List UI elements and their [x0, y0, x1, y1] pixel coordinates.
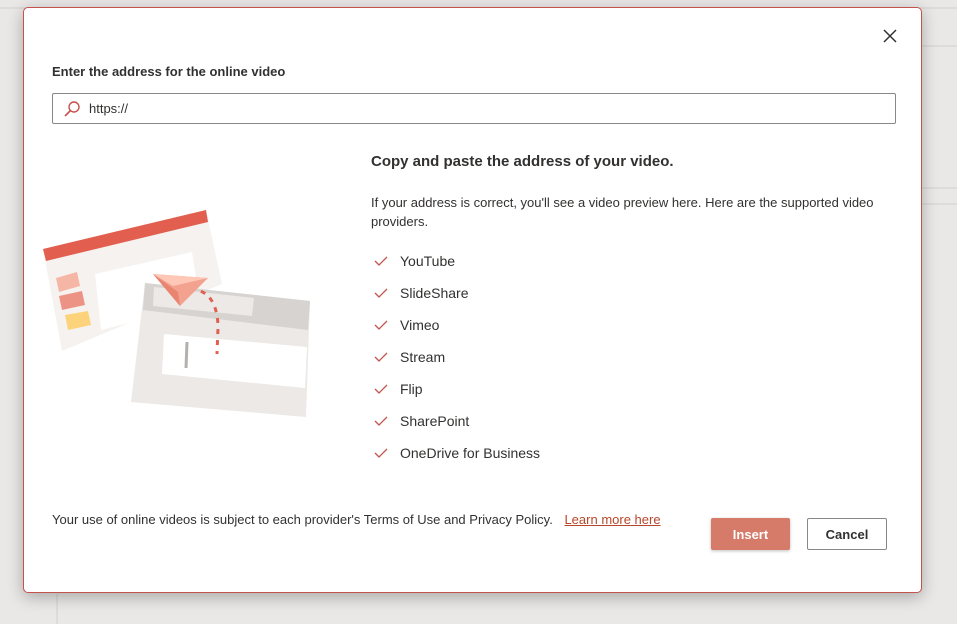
check-icon	[374, 414, 388, 428]
check-icon	[374, 318, 388, 332]
provider-item-sharepoint: SharePoint	[371, 405, 916, 437]
close-icon	[883, 29, 897, 43]
info-panel: Copy and paste the address of your video…	[371, 153, 916, 469]
provider-item-onedrive: OneDrive for Business	[371, 437, 916, 469]
provider-label: Stream	[400, 349, 446, 365]
search-icon	[63, 99, 83, 119]
provider-label: YouTube	[400, 253, 456, 269]
provider-item-youtube: YouTube	[371, 245, 916, 277]
provider-item-slideshare: SlideShare	[371, 277, 916, 309]
provider-list: YouTube SlideShare Vimeo Stream Flip Sha…	[371, 245, 916, 469]
insert-button[interactable]: Insert	[711, 518, 790, 550]
provider-item-vimeo: Vimeo	[371, 309, 916, 341]
provider-item-flip: Flip	[371, 373, 916, 405]
terms-text: Your use of online videos is subject to …	[52, 512, 553, 527]
check-icon	[374, 446, 388, 460]
learn-more-link[interactable]: Learn more here	[564, 512, 660, 527]
check-icon	[374, 254, 388, 268]
url-prompt-label: Enter the address for the online video	[52, 64, 286, 79]
check-icon	[374, 350, 388, 364]
close-button[interactable]	[879, 25, 901, 47]
paper-plane-slides-illustration	[43, 210, 310, 417]
provider-label: Vimeo	[400, 317, 440, 333]
provider-label: SlideShare	[400, 285, 469, 301]
url-input-box[interactable]	[52, 93, 896, 124]
provider-label: OneDrive for Business	[400, 445, 541, 461]
check-icon	[374, 286, 388, 300]
info-description: If your address is correct, you'll see a…	[371, 195, 874, 229]
provider-label: SharePoint	[400, 413, 470, 429]
provider-item-stream: Stream	[371, 341, 916, 373]
insert-online-video-dialog: Enter the address for the online video C…	[23, 7, 922, 593]
cancel-button[interactable]: Cancel	[807, 518, 887, 550]
check-icon	[374, 382, 388, 396]
url-input[interactable]	[89, 101, 895, 116]
terms-notice: Your use of online videos is subject to …	[52, 510, 692, 530]
provider-label: Flip	[400, 381, 423, 397]
info-title: Copy and paste the address of your video…	[371, 153, 674, 170]
